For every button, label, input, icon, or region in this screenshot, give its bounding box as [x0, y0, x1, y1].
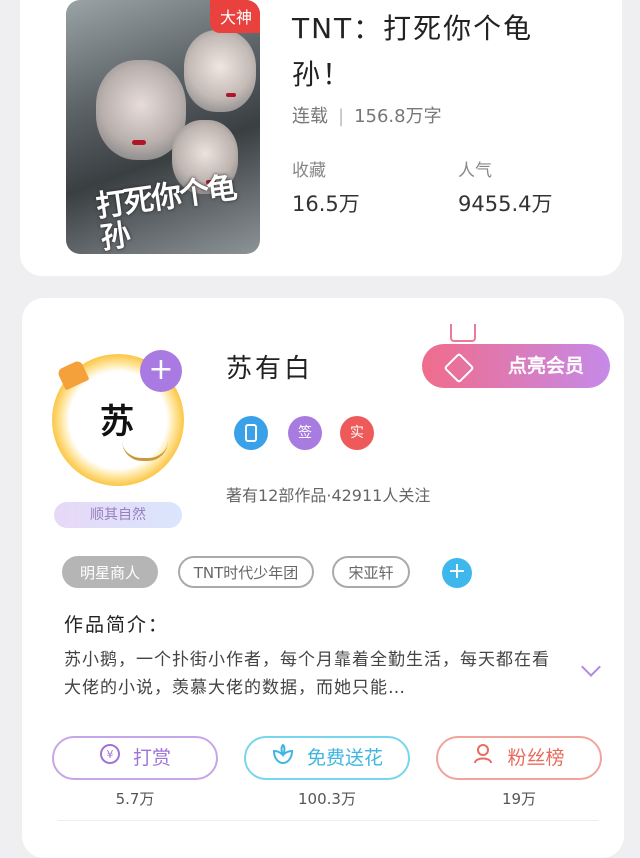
real-badge-icon[interactable]: 实	[340, 416, 374, 450]
cover-detail	[226, 93, 236, 97]
fans-ranking-label: 粉丝榜	[507, 747, 565, 769]
book-title: TNT：打死你个龟孙！	[292, 12, 534, 91]
reward-count: 5.7万	[115, 790, 155, 808]
flower-icon	[271, 739, 295, 779]
user-icon	[473, 739, 495, 779]
phone-glyph	[245, 424, 257, 442]
follow-plus-button[interactable]: +	[140, 350, 182, 392]
free-flower-button[interactable]: 免费送花	[244, 736, 410, 780]
fans-ranking-button[interactable]: 粉丝榜	[436, 736, 602, 780]
cover-detail	[132, 140, 146, 145]
vip-button-label: 点亮会员	[507, 355, 584, 377]
book-meta: 连载 | 156.8万字	[292, 102, 442, 128]
avatar-char: 苏	[100, 402, 134, 442]
phone-badge-icon[interactable]	[234, 416, 268, 450]
author-works-summary: 著有12部作品·42911人关注	[226, 486, 431, 505]
collect-value: 16.5万	[292, 192, 360, 216]
free-flower-label: 免费送花	[306, 747, 383, 769]
reward-label: 打赏	[132, 747, 171, 769]
book-word-count: 156.8万字	[354, 106, 442, 127]
diamond-icon	[443, 352, 475, 384]
svg-text:¥: ¥	[106, 748, 113, 761]
tag-chip[interactable]: 宋亚轩	[332, 556, 410, 588]
intro-text: 苏小鹅，一个扑街小作者，每个月靠着全勤生活，每天都在看大佬的小说，羡慕大佬的数据…	[64, 650, 550, 698]
author-motto: 顺其自然	[54, 502, 182, 528]
author-card: 苏 + 顺其自然 苏有白 点亮会员 签 实 著有12部作品·42911人关注 明…	[22, 298, 624, 858]
yen-icon: ¥	[99, 739, 121, 779]
add-tag-button[interactable]: +	[442, 558, 472, 588]
cover-figure	[184, 30, 256, 112]
chevron-down-icon[interactable]	[581, 657, 601, 677]
cover-title-art: 打死你个龟孙	[93, 170, 238, 254]
book-cover-image[interactable]: 打死你个龟孙 大神	[66, 0, 260, 254]
divider	[58, 820, 598, 821]
author-name: 苏有白	[226, 354, 314, 384]
tag-chip[interactable]: 明星商人	[62, 556, 158, 588]
book-status: 连载	[292, 106, 328, 127]
book-card[interactable]: 打死你个龟孙 大神 TNT：打死你个龟孙！ 连载 | 156.8万字 收藏 16.5…	[20, 0, 622, 276]
light-vip-button[interactable]: 点亮会员	[422, 344, 610, 388]
reward-button[interactable]: ¥ 打赏	[52, 736, 218, 780]
fans-count: 19万	[501, 790, 537, 808]
sign-badge-icon[interactable]: 签	[288, 416, 322, 450]
dashen-badge: 大神	[209, 0, 260, 33]
crown-icon	[450, 324, 476, 342]
tag-chip[interactable]: TNT时代少年团	[178, 556, 314, 588]
flower-count: 100.3万	[298, 790, 356, 808]
meta-separator: |	[338, 106, 345, 127]
collect-label: 收藏	[292, 161, 326, 181]
popularity-label: 人气	[458, 161, 492, 181]
popularity-value: 9455.4万	[458, 192, 553, 216]
intro-label: 作品简介：	[64, 614, 170, 636]
